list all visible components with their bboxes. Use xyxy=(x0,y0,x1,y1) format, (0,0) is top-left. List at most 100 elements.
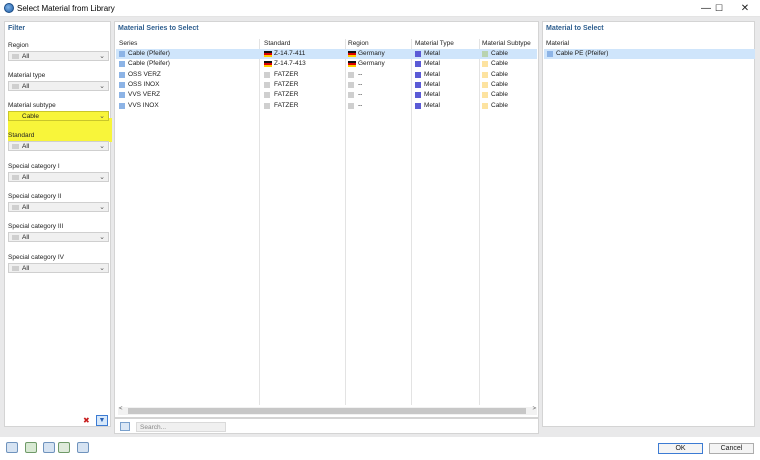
maximize-button[interactable]: ☐ xyxy=(705,0,733,17)
standard-swatch-icon xyxy=(264,102,270,109)
subtype-cell: Cable xyxy=(491,50,508,57)
table-row[interactable]: Cable (Pfeifer) Z-14.7-411 Germany Metal Cab… xyxy=(116,49,537,59)
filter-dropdown[interactable]: All ⌄ xyxy=(8,202,109,212)
table-row[interactable]: OSS INOX FATZER -- Metal Cable xyxy=(116,80,537,90)
series-cell: OSS VERZ xyxy=(128,70,161,78)
export-icon[interactable] xyxy=(77,442,89,453)
col-material-type[interactable]: Material Type xyxy=(415,40,454,47)
subtype-cell: Cable xyxy=(491,70,508,78)
series-icon xyxy=(119,92,125,99)
col-standard[interactable]: Standard xyxy=(264,40,290,47)
eye-icon[interactable] xyxy=(43,442,55,453)
series-cell: VVS VERZ xyxy=(128,91,161,99)
swatch-icon xyxy=(12,266,19,271)
app-icon xyxy=(4,3,14,13)
swatch-icon xyxy=(12,54,19,59)
import-icon[interactable] xyxy=(58,442,70,453)
region-cell: -- xyxy=(358,80,363,88)
series-icon xyxy=(119,51,125,57)
dropdown-value: All xyxy=(22,174,30,181)
filter-dropdown[interactable]: Cable ⌄ xyxy=(8,111,109,121)
col-material[interactable]: Material xyxy=(546,40,569,47)
series-icon xyxy=(119,61,125,68)
chevron-down-icon: ⌄ xyxy=(99,204,105,211)
metal-swatch-icon xyxy=(415,92,421,99)
col-material-subtype[interactable]: Material Subtype xyxy=(482,40,531,47)
search-input[interactable]: Search... xyxy=(136,422,226,432)
close-button[interactable]: ✕ xyxy=(731,0,759,17)
region-cell: Germany xyxy=(358,50,385,57)
material-row[interactable]: Cable PE (Pfeifer) xyxy=(544,49,755,59)
swatch-icon xyxy=(12,235,19,240)
swatch-icon xyxy=(12,175,19,180)
col-series[interactable]: Series xyxy=(119,40,137,47)
filter-dropdown[interactable]: All ⌄ xyxy=(8,51,109,61)
filter-label: Standard xyxy=(8,132,35,139)
chevron-down-icon: ⌄ xyxy=(99,265,105,272)
dropdown-value: All xyxy=(22,83,30,90)
dropdown-value: All xyxy=(22,53,30,60)
filter-icon[interactable]: ▼ xyxy=(96,415,108,426)
region-swatch-icon xyxy=(348,102,354,109)
filter-dropdown[interactable]: All ⌄ xyxy=(8,141,109,151)
region-cell: -- xyxy=(358,101,363,109)
standard-swatch-icon xyxy=(264,81,270,88)
standard-cell: FATZER xyxy=(274,70,299,78)
region-cell: -- xyxy=(358,91,363,99)
metal-swatch-icon xyxy=(415,102,421,109)
material-panel: Material to Select Material Cable PE (Pf… xyxy=(542,21,755,427)
chevron-down-icon: ⌄ xyxy=(99,113,105,120)
database-icon[interactable] xyxy=(120,422,130,431)
filter-label: Special category II xyxy=(8,193,62,200)
series-cell: OSS INOX xyxy=(128,80,160,88)
series-icon xyxy=(119,71,125,78)
type-cell: Metal xyxy=(424,80,440,88)
standard-cell: Z-14.7-413 xyxy=(274,60,306,68)
scroll-right-icon[interactable]: > xyxy=(532,406,536,412)
search-library-icon[interactable] xyxy=(6,442,18,453)
table-row[interactable]: VVS INOX FATZER -- Metal Cable xyxy=(116,101,537,111)
filter-dropdown[interactable]: All ⌄ xyxy=(8,263,109,273)
type-cell: Metal xyxy=(424,70,440,78)
ok-button[interactable]: OK xyxy=(658,443,703,454)
subtype-swatch-icon xyxy=(482,71,488,78)
type-cell: Metal xyxy=(424,91,440,99)
series-icon xyxy=(119,102,125,109)
filter-label: Special category III xyxy=(8,223,64,230)
flag-germany-icon xyxy=(348,51,356,57)
material-name: Cable PE (Pfeifer) xyxy=(556,50,609,57)
region-swatch-icon xyxy=(348,92,354,99)
series-icon xyxy=(119,81,125,88)
series-cell: VVS INOX xyxy=(128,101,159,109)
standard-cell: Z-14.7-411 xyxy=(274,50,306,57)
filter-label: Special category I xyxy=(8,163,60,170)
search-bar: Search... xyxy=(114,418,539,434)
table-icon[interactable] xyxy=(25,442,37,453)
horizontal-scrollbar[interactable]: < > xyxy=(118,406,537,415)
swatch-icon xyxy=(12,144,19,149)
subtype-cell: Cable xyxy=(491,91,508,99)
table-row[interactable]: OSS VERZ FATZER -- Metal Cable xyxy=(116,70,537,80)
dialog-body: Filter Region All ⌄ Material type All ⌄ Materi… xyxy=(0,17,760,437)
table-row[interactable]: VVS VERZ FATZER -- Metal Cable xyxy=(116,90,537,100)
filter-dropdown[interactable]: All ⌄ xyxy=(8,172,109,182)
subtype-swatch-icon xyxy=(482,51,488,57)
clear-filter-icon[interactable]: ✖ xyxy=(83,416,93,425)
region-swatch-icon xyxy=(348,71,354,78)
filter-dropdown[interactable]: All ⌄ xyxy=(8,232,109,242)
table-row[interactable]: Cable (Pfeifer) Z-14.7-413 Germany Metal Cab… xyxy=(116,59,537,69)
standard-swatch-icon xyxy=(264,92,270,99)
scroll-left-icon[interactable]: < xyxy=(119,406,123,412)
filter-dropdown[interactable]: All ⌄ xyxy=(8,81,109,91)
region-cell: -- xyxy=(358,70,363,78)
col-region[interactable]: Region xyxy=(348,40,369,47)
series-panel: Material Series to Select Series Standar… xyxy=(114,21,539,418)
flag-germany-icon xyxy=(264,61,272,68)
dropdown-value: All xyxy=(22,265,30,272)
cancel-button[interactable]: Cancel xyxy=(709,443,754,454)
type-cell: Metal xyxy=(424,50,440,57)
chevron-down-icon: ⌄ xyxy=(99,83,105,90)
scroll-thumb[interactable] xyxy=(128,408,526,414)
metal-swatch-icon xyxy=(415,61,421,68)
filter-label: Region xyxy=(8,42,29,49)
